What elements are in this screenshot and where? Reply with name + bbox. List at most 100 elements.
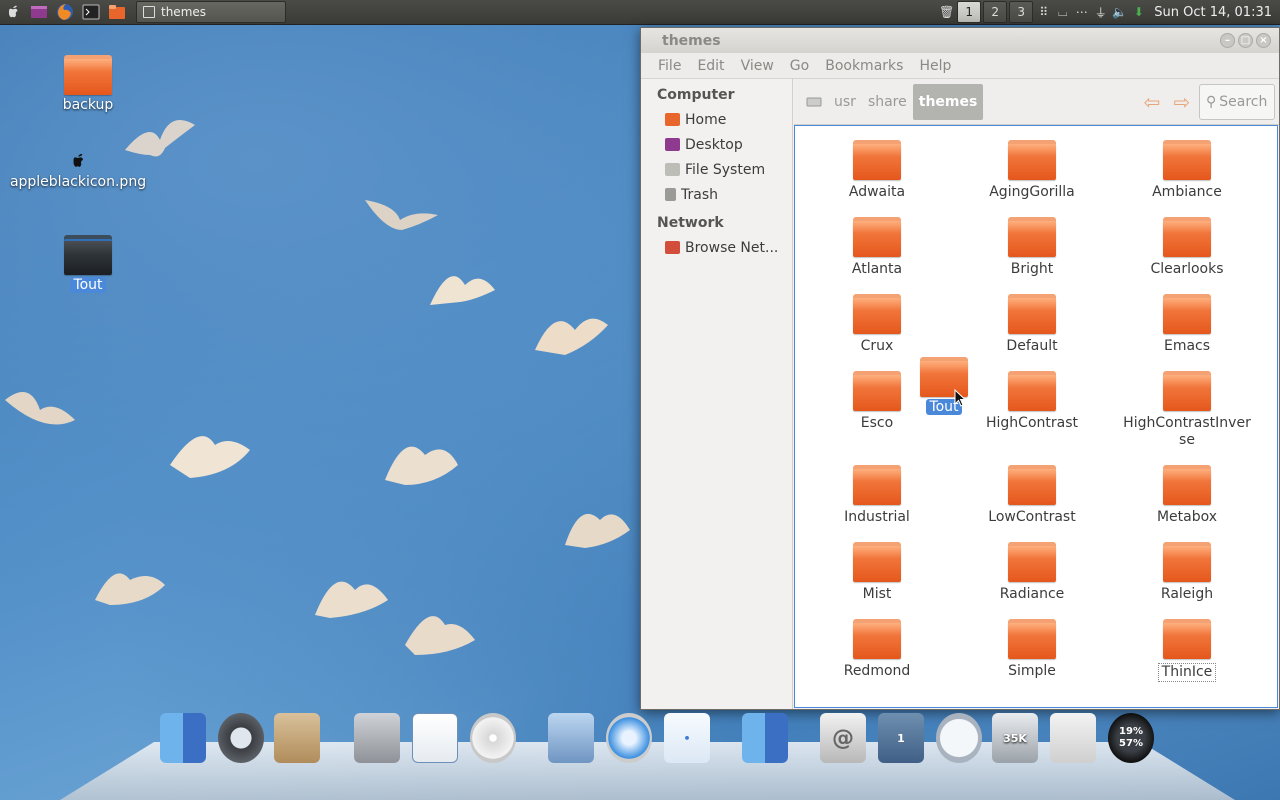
show-desktop-icon[interactable]: ⌴	[1053, 0, 1072, 25]
mail-eagle-icon[interactable]	[546, 710, 596, 766]
folder-item[interactable]: LowContrast	[957, 465, 1107, 526]
time-machine-icon[interactable]	[216, 710, 266, 766]
sidebar-item-home[interactable]: Home	[641, 107, 792, 132]
apple-menu-icon[interactable]	[0, 0, 26, 25]
updates-icon[interactable]: ⬇	[1129, 0, 1148, 25]
folder-item[interactable]: Radiance	[957, 542, 1107, 603]
app-launcher-icon[interactable]	[26, 0, 52, 25]
folder-item[interactable]: Mist	[802, 542, 952, 603]
folder-label: Bright	[1010, 261, 1054, 277]
menu-edit[interactable]: Edit	[689, 58, 732, 74]
folder-item[interactable]: HighContrast	[957, 371, 1107, 432]
workspace-1-button[interactable]: 1	[957, 1, 982, 23]
folder-item[interactable]: Industrial	[802, 465, 952, 526]
folder-item[interactable]: Ambiance	[1112, 140, 1262, 201]
desktop-icon-backup[interactable]: backup	[18, 55, 158, 113]
clock-icon[interactable]	[934, 710, 984, 766]
folder-item[interactable]: Crux	[802, 294, 952, 355]
file-manager-icon[interactable]	[104, 0, 130, 25]
trash-icon[interactable]: 35K	[990, 710, 1040, 766]
folder-item[interactable]: ThinIce	[1112, 619, 1262, 682]
top-panel: themes 🗑 1 2 3 ⠿ ⌴ ⋯ ⏚ 🔈 ⬇ Sun Oct 14, 0…	[0, 0, 1280, 25]
bird-image	[90, 550, 170, 610]
harddisk-icon	[806, 97, 822, 106]
sidebar-item-browse-network[interactable]: Browse Net...	[641, 235, 792, 260]
folder-item[interactable]: Redmond	[802, 619, 952, 680]
folder-label: ThinIce	[1157, 663, 1217, 682]
terminal-icon[interactable]	[78, 0, 104, 25]
trash-tray-icon[interactable]: 🗑	[937, 0, 956, 25]
minimize-button[interactable]: –	[1220, 33, 1235, 48]
sidebar-item-trash[interactable]: Trash	[641, 182, 792, 207]
menu-file[interactable]: File	[650, 58, 689, 74]
menu-go[interactable]: Go	[782, 58, 817, 74]
folder-icon	[1163, 217, 1211, 257]
bird-image	[310, 560, 390, 620]
folder-icon	[64, 235, 112, 275]
desktop-icon-tout[interactable]: Tout	[18, 235, 158, 293]
folder-icon	[853, 294, 901, 334]
workspace-switcher-icon[interactable]: 1	[876, 710, 926, 766]
cpu-monitor-icon[interactable]: 19% 57%	[1106, 710, 1156, 766]
file-grid: Adwaita AgingGorilla Ambiance Atlanta Br…	[794, 125, 1278, 708]
sidebar-item-label: File System	[685, 161, 766, 178]
safari-icon[interactable]	[604, 710, 654, 766]
switch-icon[interactable]	[1048, 710, 1098, 766]
sidebar-item-desktop[interactable]: Desktop	[641, 132, 792, 157]
breadcrumb-share[interactable]: share	[862, 84, 913, 120]
folder-label: Clearlooks	[1150, 261, 1224, 277]
cd-drive-icon[interactable]	[468, 710, 518, 766]
folder-item[interactable]: HighContrastInverse	[1112, 371, 1262, 449]
calculator-icon[interactable]	[352, 710, 402, 766]
grid-icon[interactable]: ⠿	[1034, 0, 1053, 25]
bird-image	[400, 600, 480, 660]
finder-icon[interactable]	[158, 710, 208, 766]
breadcrumb-root[interactable]	[800, 84, 828, 120]
maximize-button[interactable]: □	[1238, 33, 1253, 48]
panel-clock[interactable]: Sun Oct 14, 01:31	[1148, 5, 1280, 20]
back-arrow-icon[interactable]: ⇦	[1137, 84, 1167, 120]
folder-item[interactable]: AgingGorilla	[957, 140, 1107, 201]
folder-icon	[1008, 619, 1056, 659]
folder-item[interactable]: Simple	[957, 619, 1107, 680]
menu-help[interactable]: Help	[911, 58, 959, 74]
folder-item[interactable]: Bright	[957, 217, 1107, 278]
folder-item[interactable]: Atlanta	[802, 217, 952, 278]
menu-bookmarks[interactable]: Bookmarks	[817, 58, 911, 74]
desktop-icon-appleblackicon[interactable]: appleblackicon.png	[8, 150, 148, 190]
folder-item[interactable]: Raleigh	[1112, 542, 1262, 603]
folder-label: Crux	[860, 338, 894, 354]
window-titlebar[interactable]: themes – □ ×	[641, 28, 1279, 53]
workspace-2-button[interactable]: 2	[983, 1, 1008, 23]
folder-item[interactable]: Clearlooks	[1112, 217, 1262, 278]
more-icon[interactable]: ⋯	[1072, 0, 1091, 25]
chat-icon[interactable]: •	[662, 710, 712, 766]
search-button[interactable]: ⚲ Search	[1199, 83, 1275, 120]
text-editor-icon[interactable]	[410, 710, 460, 766]
folder-item[interactable]: Emacs	[1112, 294, 1262, 355]
folder-item[interactable]: Metabox	[1112, 465, 1262, 526]
at-mail-icon[interactable]: @	[818, 710, 868, 766]
folder-icon	[1163, 542, 1211, 582]
finder-icon-2[interactable]	[740, 710, 790, 766]
package-box-icon[interactable]	[272, 710, 322, 766]
workspace-switcher-label: 1	[878, 713, 924, 763]
mouse-cursor-icon	[954, 389, 966, 407]
folder-item[interactable]: Adwaita	[802, 140, 952, 201]
sidebar-item-label: Trash	[681, 186, 718, 203]
network-icon[interactable]: ⏚	[1091, 0, 1110, 25]
sidebar-item-filesystem[interactable]: File System	[641, 157, 792, 182]
close-button[interactable]: ×	[1256, 33, 1271, 48]
workspace-3-button[interactable]: 3	[1009, 1, 1034, 23]
volume-icon[interactable]: 🔈	[1110, 0, 1129, 25]
forward-arrow-icon[interactable]: ⇨	[1167, 84, 1197, 120]
folder-icon	[1008, 542, 1056, 582]
desktop-icon-label: Tout	[70, 277, 106, 293]
taskbar-window-button[interactable]: themes	[136, 1, 286, 23]
firefox-icon[interactable]	[52, 0, 78, 25]
breadcrumb-usr[interactable]: usr	[828, 84, 862, 120]
bird-image	[360, 180, 440, 240]
menu-view[interactable]: View	[733, 58, 782, 74]
folder-item[interactable]: Default	[957, 294, 1107, 355]
breadcrumb-themes[interactable]: themes	[912, 83, 984, 120]
